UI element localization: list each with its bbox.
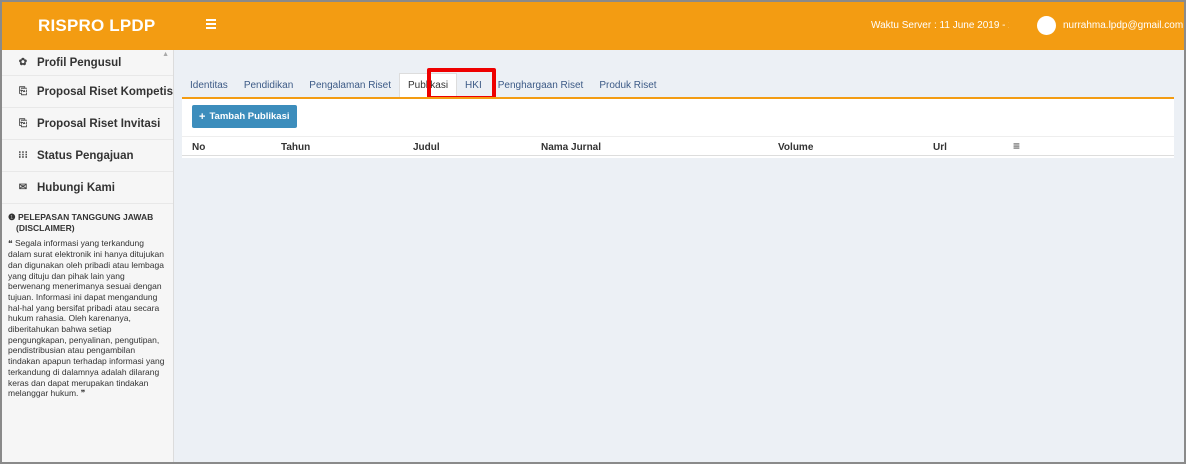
highlight-box (427, 68, 496, 100)
grid-icon: ⁝⁝⁝ (18, 150, 28, 161)
tab-identitas[interactable]: Identitas (182, 73, 236, 97)
add-publication-button[interactable]: + Tambah Publikasi (192, 105, 297, 128)
column-header-url[interactable]: Url (933, 142, 947, 153)
sidebar-item-hubungi-kami[interactable]: ✉ Hubungi Kami (2, 172, 173, 204)
tab-panel-publikasi: + Tambah Publikasi No Tahun Judul Nama J… (182, 97, 1174, 158)
user-menu[interactable]: nurrahma.lpdp@gmail.com (1063, 20, 1183, 31)
tab-bar: Identitas Pendidikan Pengalaman Riset Pu… (182, 68, 665, 97)
column-header-volume[interactable]: Volume (778, 142, 813, 153)
tab-penghargaan-riset[interactable]: Penghargaan Riset (490, 73, 592, 97)
file-icon: ⎘ (18, 86, 27, 97)
column-menu-icon[interactable]: ≡ (1013, 139, 1020, 153)
disclaimer: ❶ PELEPASAN TANGGUNG JAWAB (DISCLAIMER) … (2, 204, 173, 399)
quote-right-icon: ❞ (80, 388, 86, 399)
column-header-tahun[interactable]: Tahun (281, 142, 310, 153)
quote-left-icon: ❝ (8, 238, 13, 249)
column-header-no[interactable]: No (192, 142, 205, 153)
top-navbar: RISPRO LPDP Waktu Server : 11 June 2019 … (2, 2, 1184, 50)
tab-container: Identitas Pendidikan Pengalaman Riset Pu… (182, 62, 1174, 159)
sidebar-item-label: Proposal Riset Kompetis (36, 85, 173, 98)
sidebar-item-label: Hubungi Kami (37, 181, 115, 194)
column-header-judul[interactable]: Judul (413, 142, 440, 153)
server-time: Waktu Server : 11 June 2019 - 23:4 (871, 20, 1009, 31)
sidebar-item-profil-pengusul[interactable]: ✿ Profil Pengusul (2, 50, 173, 76)
tab-pendidikan[interactable]: Pendidikan (236, 73, 301, 97)
tab-produk-riset[interactable]: Produk Riset (591, 73, 664, 97)
app-frame: RISPRO LPDP Waktu Server : 11 June 2019 … (0, 0, 1186, 464)
sidebar-item-proposal-kompetisi[interactable]: ⎘ Proposal Riset Kompetis (2, 76, 173, 108)
envelope-icon: ✉ (18, 182, 28, 193)
add-publication-label: Tambah Publikasi (209, 111, 290, 122)
sidebar-item-status-pengajuan[interactable]: ⁝⁝⁝ Status Pengajuan (2, 140, 173, 172)
file-icon: ⎘ (19, 118, 27, 129)
sidebar: ▲ ✿ Profil Pengusul ⎘ Proposal Riset Kom… (2, 50, 174, 462)
disclaimer-text: ❝ Segala informasi yang terkandung dalam… (8, 238, 165, 399)
sidebar-toggle-icon[interactable] (206, 19, 216, 29)
sidebar-item-label: Status Pengajuan (37, 149, 134, 162)
disclaimer-title: ❶ PELEPASAN TANGGUNG JAWAB (DISCLAIMER) (8, 212, 154, 233)
plus-icon: + (199, 110, 206, 123)
sidebar-item-proposal-invitasi[interactable]: ⎘ Proposal Riset Invitasi (2, 108, 173, 140)
sidebar-item-label: Profil Pengusul (37, 56, 122, 69)
column-header-nama-jurnal[interactable]: Nama Jurnal (541, 142, 601, 153)
table-header: No Tahun Judul Nama Jurnal Volume Url ≡ (182, 136, 1174, 156)
users-icon: ✿ (18, 57, 28, 68)
main-content: Identitas Pendidikan Pengalaman Riset Pu… (174, 50, 1184, 462)
sidebar-item-label: Proposal Riset Invitasi (37, 117, 161, 130)
brand-logo[interactable]: RISPRO LPDP (2, 2, 172, 50)
user-avatar[interactable] (1037, 16, 1056, 35)
info-circle-icon: ❶ (8, 212, 16, 222)
scroll-up-icon[interactable]: ▲ (162, 51, 169, 58)
tab-pengalaman-riset[interactable]: Pengalaman Riset (301, 73, 399, 97)
